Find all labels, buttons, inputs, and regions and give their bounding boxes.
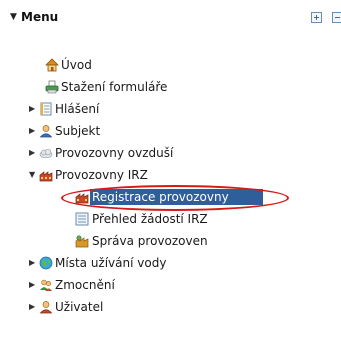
document-icon (40, 102, 52, 116)
user-icon (39, 301, 53, 314)
factory-edit-icon (75, 193, 89, 204)
factory-icon (39, 171, 53, 182)
user-icon (39, 125, 53, 138)
menu-item-label: Úvod (61, 58, 92, 72)
menu-item-label: Provozovny IRZ (55, 168, 148, 182)
menu-item-label: Subjekt (55, 124, 101, 138)
users-icon (40, 279, 52, 291)
menu-header: ▼ Menu (0, 8, 341, 30)
menu-item-label: Místa užívání vody (55, 256, 167, 270)
list-icon (75, 212, 89, 226)
expand-triangle-icon[interactable]: ▶ (29, 122, 39, 140)
menu-item-label: Stažení formuláře (61, 80, 168, 94)
collapse-triangle-icon[interactable]: ▼ (10, 12, 17, 22)
menu-title: Menu (21, 10, 59, 24)
menu-item-label: Správa provozoven (92, 234, 208, 248)
menu-item-label: Registrace provozovny (92, 190, 229, 204)
expand-all-icon[interactable] (311, 12, 322, 23)
cloud-icon (39, 148, 53, 159)
expand-triangle-icon[interactable]: ▶ (29, 254, 39, 272)
collapse-all-icon[interactable] (332, 12, 341, 23)
printer-icon (45, 80, 59, 94)
expand-triangle-icon[interactable]: ▶ (29, 100, 39, 118)
menu-item-label: Hlášení (55, 102, 100, 116)
factory-gear-icon (75, 235, 89, 248)
menu-item-label: Přehled žádostí IRZ (92, 212, 208, 226)
menu-item-label: Zmocnění (55, 278, 115, 292)
menu-item-label: Provozovny ovzduší (55, 146, 174, 160)
menu-panel: ▼ Menu Úvod Stažení formuláře ▶ Hlášení … (0, 0, 341, 362)
expand-triangle-icon[interactable]: ▶ (29, 298, 39, 316)
expand-triangle-icon[interactable]: ▶ (29, 276, 39, 294)
menu-item-label: Uživatel (55, 300, 104, 314)
collapse-triangle-icon[interactable]: ▼ (29, 166, 39, 184)
globe-icon (39, 256, 53, 270)
expand-triangle-icon[interactable]: ▶ (29, 144, 39, 162)
home-icon (45, 58, 59, 72)
